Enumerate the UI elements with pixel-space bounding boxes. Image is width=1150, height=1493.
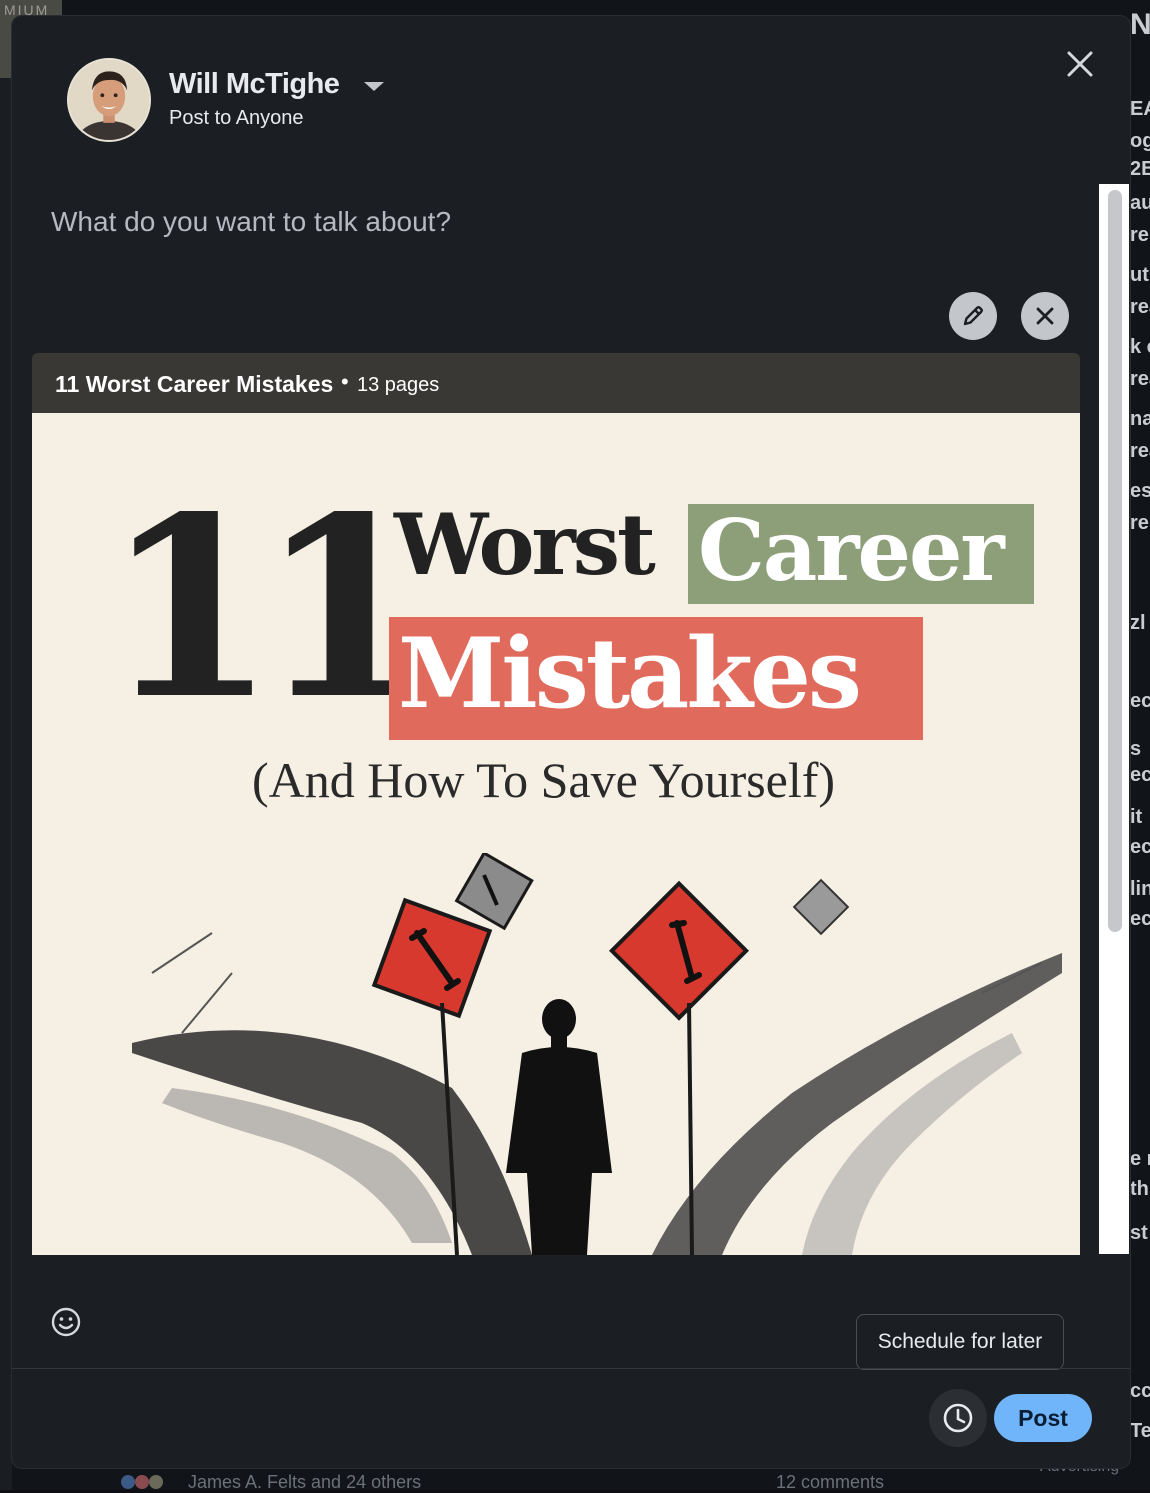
background-text-fragment: zl	[1130, 612, 1146, 634]
background-right-column: Ne EAI og 2B au re ut rea k c rea nal rea es re zl ect s…	[1130, 0, 1150, 1490]
scrollbar-track[interactable]	[1099, 184, 1129, 1254]
edit-document-button[interactable]	[949, 292, 997, 340]
author-name[interactable]: Will McTighe	[169, 68, 340, 101]
post-text-input[interactable]: What do you want to talk about?	[51, 206, 451, 238]
document-separator: •	[341, 369, 349, 394]
schedule-button[interactable]	[929, 1389, 987, 1447]
slide-number: 11	[104, 463, 431, 754]
background-left-strip	[0, 0, 12, 1490]
background-text-fragment: re	[1130, 512, 1149, 534]
scrollbar-thumb[interactable]	[1108, 190, 1122, 932]
document-header: 11 Worst Career Mistakes • 13 pages	[32, 353, 1080, 413]
footer-divider	[12, 1368, 1130, 1369]
document-slide-preview[interactable]: 11 Worst Career Mistakes (And How To Sav…	[32, 413, 1080, 1255]
background-text-fragment: ect	[1130, 908, 1150, 930]
background-text-fragment: Te	[1130, 1420, 1150, 1442]
slide-word-career: Career	[698, 501, 1005, 600]
background-text-fragment: rea	[1130, 440, 1150, 462]
audience-selector[interactable]: Post to Anyone	[169, 107, 304, 130]
background-text-fragment: e r	[1130, 1148, 1150, 1170]
background-text-fragment: ut	[1130, 264, 1149, 286]
background-text-fragment: k c	[1130, 336, 1150, 358]
background-text-fragment: au	[1130, 192, 1150, 214]
remove-document-button[interactable]	[1021, 292, 1069, 340]
background-text-fragment: ect	[1130, 836, 1150, 858]
background-text-fragment: es	[1130, 480, 1150, 502]
remove-icon	[1036, 307, 1054, 325]
pencil-icon	[963, 306, 983, 326]
schedule-tooltip: Schedule for later	[856, 1314, 1064, 1370]
background-text-fragment: st	[1130, 1222, 1148, 1244]
chevron-down-icon[interactable]	[362, 78, 386, 94]
reactions-icon	[121, 1475, 163, 1489]
background-text-fragment: EAI	[1130, 98, 1150, 120]
clock-icon	[943, 1403, 973, 1433]
background-text-fragment: ect	[1130, 764, 1150, 786]
smiley-icon[interactable]	[50, 1306, 82, 1338]
background-text-fragment: it	[1130, 806, 1143, 828]
background-text-fragment: rea	[1130, 368, 1150, 390]
background-text-fragment: rea	[1130, 296, 1150, 318]
document-title: 11 Worst Career Mistakes	[55, 371, 334, 397]
document-page-count: 13 pages	[357, 374, 440, 396]
slide-word-worst: Worst	[394, 495, 656, 594]
background-text-fragment: nal	[1130, 408, 1150, 430]
slide-word-mistakes: Mistakes	[398, 617, 862, 730]
avatar[interactable]	[67, 58, 151, 142]
background-text-fragment: re	[1130, 224, 1149, 246]
background-text-fragment: ect	[1130, 690, 1150, 712]
post-composer-modal: Will McTighe Post to Anyone What do you …	[12, 16, 1130, 1468]
slide-illustration	[132, 853, 1062, 1255]
close-icon[interactable]	[1062, 46, 1098, 82]
background-text-fragment: s	[1130, 738, 1142, 760]
slide-subtitle: (And How To Save Yourself)	[252, 752, 836, 808]
background-text-fragment: cce	[1130, 1380, 1150, 1402]
background-text-fragment: 2B	[1130, 158, 1150, 180]
background-text-fragment: th	[1130, 1178, 1149, 1200]
post-button[interactable]: Post	[994, 1394, 1092, 1442]
background-text-fragment: og	[1130, 130, 1150, 152]
avatar-image	[69, 60, 149, 140]
background-text-fragment: Ne	[1130, 8, 1150, 41]
background-feed-footer: James A. Felts and 24 others 12 comments	[120, 1470, 920, 1492]
background-text-fragment: lin	[1130, 878, 1150, 900]
